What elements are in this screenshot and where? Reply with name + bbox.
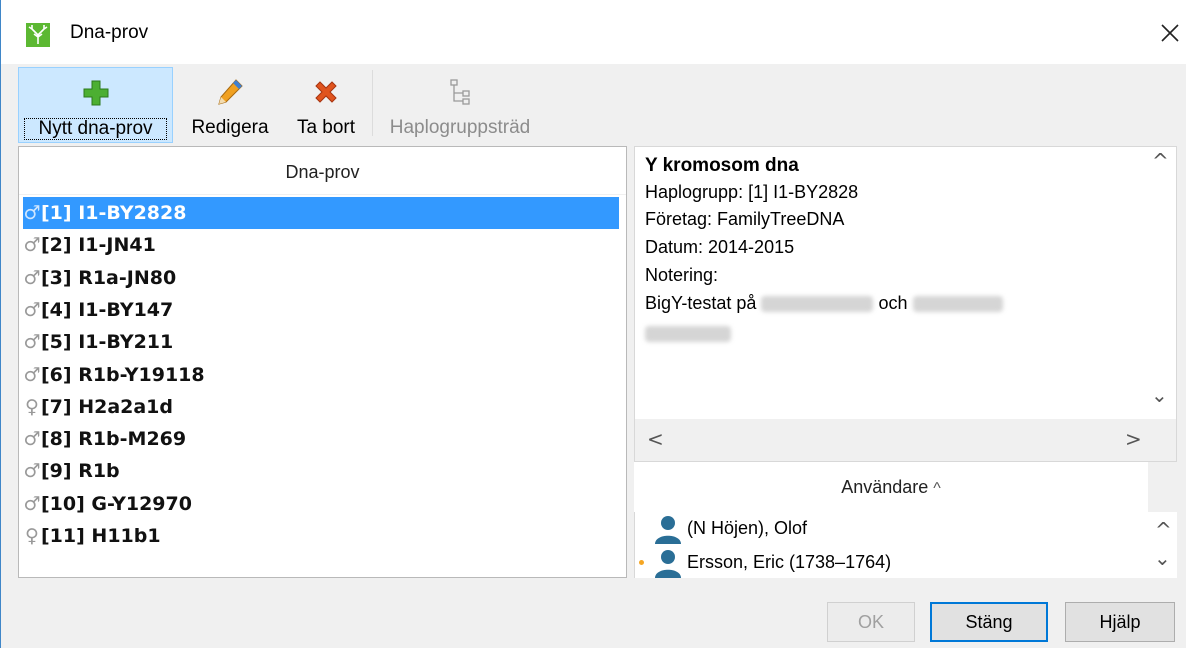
haplogroup-tree-button[interactable]: Haplogruppsträd (375, 67, 545, 143)
list-item-label: [5] I1-BY211 (41, 331, 174, 354)
list-item[interactable]: ♂[4] I1-BY147 (23, 294, 619, 326)
male-icon: ♂ (23, 428, 41, 451)
delete-label: Ta bort (296, 117, 356, 138)
list-item-label: [2] I1-JN41 (41, 234, 156, 257)
list-item[interactable]: ♀ [7] H2a2a1d (23, 391, 619, 423)
help-button[interactable]: Hjälp (1065, 602, 1175, 642)
list-item-label: [6] R1b-Y19118 (41, 363, 205, 386)
sort-ascending-icon: ^ (933, 480, 941, 497)
info-date: Datum: 2014-2015 (645, 237, 795, 257)
female-icon: ♀ (25, 395, 39, 418)
haplogroup-tree-label: Haplogruppsträd (389, 117, 531, 138)
male-icon: ♂ (23, 492, 41, 515)
users-vertical-scrollbar[interactable]: ^ ⌄ (1151, 512, 1177, 578)
users-list: (N Höjen), Olof Ersson, Eric (1738–1764) (634, 512, 1177, 578)
new-dna-sample-label: Nytt dna-prov (24, 118, 167, 140)
redacted-name-2 (912, 296, 1003, 313)
list-item[interactable]: ♂[2] I1-JN41 (23, 229, 619, 261)
list-item[interactable]: ♂[3] R1a-JN80 (23, 262, 619, 294)
new-dna-sample-button[interactable]: Nytt dna-prov (18, 67, 173, 143)
info-haplogroup: Haplogrupp: [1] I1-BY2828 (645, 182, 859, 202)
scroll-down-icon[interactable]: ⌄ (1154, 546, 1171, 570)
list-item-label: [9] R1b (41, 460, 120, 483)
list-item-label: [11] H11b1 (41, 525, 161, 547)
scroll-up-icon[interactable]: ^ (1155, 518, 1172, 542)
scroll-left-icon[interactable]: < (647, 427, 664, 451)
edit-button[interactable]: Redigera (180, 67, 280, 143)
delete-button[interactable]: Ta bort (281, 67, 371, 143)
list-item-label: [10] G-Y12970 (41, 492, 192, 515)
info-note-continued (645, 323, 731, 344)
user-name: Ersson, Eric (1738–1764) (687, 552, 892, 572)
list-item-label: [8] R1b-M269 (41, 428, 187, 451)
ok-button[interactable]: OK (827, 602, 915, 642)
person-icon (655, 516, 681, 544)
user-row[interactable]: Ersson, Eric (1738–1764) (635, 546, 1140, 578)
list-item-label: [4] I1-BY147 (41, 298, 174, 321)
info-title: Y kromosom dna (645, 155, 799, 176)
list-item[interactable]: ♂[6] R1b-Y19118 (23, 359, 619, 391)
scroll-down-icon[interactable]: ⌄ (1151, 383, 1168, 407)
tree-icon (450, 79, 470, 105)
female-icon: ♀ (25, 525, 39, 547)
list-item[interactable]: ♂[1] I1-BY2828 (23, 197, 619, 229)
list-item[interactable]: ♂[8] R1b-M269 (23, 423, 619, 455)
list-item-label: [1] I1-BY2828 (41, 202, 187, 224)
info-vertical-scrollbar[interactable]: ^ ⌄ (1142, 147, 1176, 417)
info-note-start: BigY-testat på (645, 293, 757, 313)
bullet-icon (639, 560, 644, 565)
male-icon: ♂ (23, 266, 41, 289)
male-icon: ♂ (23, 460, 41, 483)
info-company: Företag: FamilyTreeDNA (645, 209, 845, 229)
info-note-text: BigY-testat på och (645, 293, 1003, 314)
user-row[interactable]: (N Höjen), Olof (635, 512, 1140, 544)
pencil-icon (218, 79, 243, 105)
male-icon: ♂ (23, 202, 41, 224)
list-item-label: [3] R1a-JN80 (41, 266, 177, 289)
x-icon (315, 81, 337, 103)
toolbar: Nytt dna-prov Redigera Ta bort Haplogrup… (17, 64, 1177, 146)
dialog-window: Dna-prov Nytt dna-prov Redigera Ta bort (0, 0, 1186, 648)
scroll-right-icon[interactable]: > (1125, 427, 1142, 451)
users-header-label: Användare (841, 477, 929, 497)
users-column-header[interactable]: Användare ^ (634, 462, 1148, 512)
title-bar: Dna-prov (1, 0, 1186, 64)
dna-info-panel: Y kromosom dna Haplogrupp: [1] I1-BY2828… (634, 146, 1177, 462)
male-icon: ♂ (23, 363, 41, 386)
toolbar-separator (372, 70, 373, 136)
list-item[interactable]: ♂[10] G-Y12970 (23, 488, 619, 520)
male-icon: ♂ (23, 234, 41, 257)
close-button[interactable]: Stäng (930, 602, 1048, 642)
list-item[interactable]: ♀ [11] H11b1 (23, 520, 619, 552)
plus-icon (83, 80, 108, 106)
info-horizontal-scrollbar[interactable]: < > (635, 419, 1176, 461)
male-icon: ♂ (23, 298, 41, 321)
redacted-name-3 (645, 326, 731, 343)
person-icon (655, 550, 681, 578)
list-item[interactable]: ♂[9] R1b (23, 455, 619, 487)
dna-sample-list: Dna-prov ♂[1] I1-BY2828 ♂[2] I1-JN41 ♂[3] … (18, 146, 627, 578)
list-column-header[interactable]: Dna-prov (19, 147, 626, 195)
window-title: Dna-prov (70, 22, 149, 43)
info-note-mid: och (878, 293, 908, 313)
edit-label: Redigera (191, 117, 269, 138)
info-note-label: Notering: (645, 265, 719, 285)
app-tree-icon (26, 23, 50, 47)
scroll-up-icon[interactable]: ^ (1152, 149, 1169, 173)
redacted-name-1 (761, 296, 874, 313)
user-name: (N Höjen), Olof (687, 518, 808, 538)
male-icon: ♂ (23, 331, 41, 354)
close-icon[interactable] (1157, 20, 1183, 46)
list-item[interactable]: ♂[5] I1-BY211 (23, 326, 619, 358)
list-item-label: [7] H2a2a1d (41, 395, 174, 418)
